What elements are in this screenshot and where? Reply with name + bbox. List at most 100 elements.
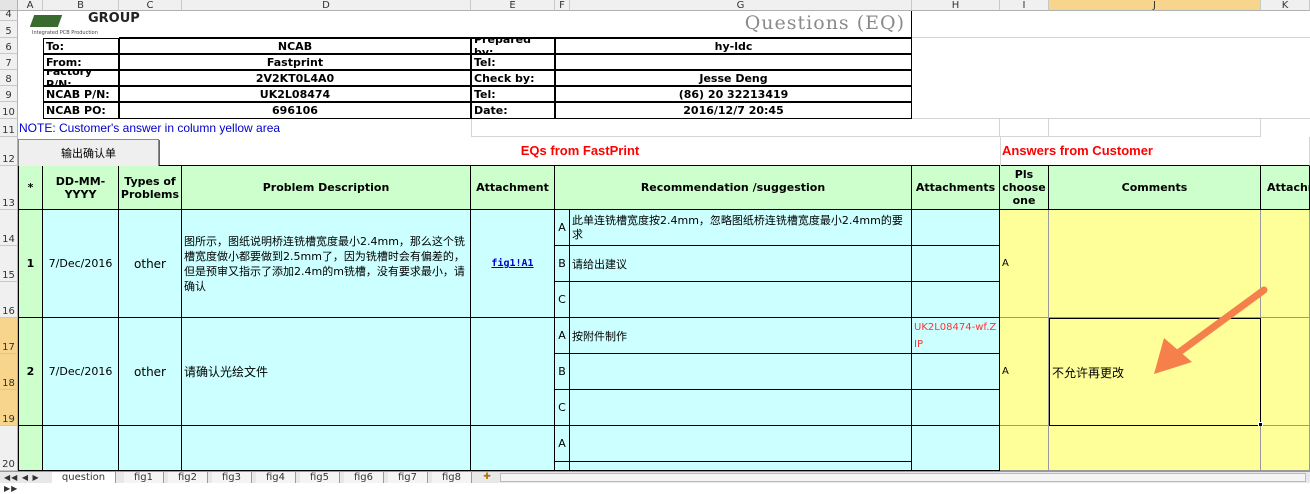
check-label: Check by:	[471, 70, 555, 86]
to-value[interactable]: NCAB	[119, 38, 471, 54]
grid-cell-k6[interactable]	[912, 38, 1310, 119]
row-header-16[interactable]: 16	[0, 282, 18, 318]
row-header-11[interactable]: 11	[0, 119, 18, 137]
row-header-8[interactable]: 8	[0, 70, 18, 86]
grid-cell-k5[interactable]	[912, 11, 1310, 38]
eq3-attachment[interactable]	[471, 426, 555, 471]
horizontal-scrollbar[interactable]	[500, 473, 1306, 482]
new-sheet-icon[interactable]: ✚	[480, 472, 494, 483]
eq1-option-a-text[interactable]: 此单连铣槽宽度按2.4mm，忽略图纸桥连铣槽宽度最小2.4mm的要求	[570, 210, 912, 246]
row-header-5[interactable]: 5	[0, 21, 18, 38]
eq2-attachment[interactable]	[471, 318, 555, 426]
eq3-problem[interactable]	[182, 426, 471, 471]
col-header-a[interactable]: A	[18, 0, 43, 11]
sheet-tab-fig3[interactable]: fig3	[212, 472, 252, 483]
export-confirmation-button[interactable]: 输出确认单	[18, 139, 159, 167]
sheet-tab-fig7[interactable]: fig7	[388, 472, 428, 483]
eq1-option-c-text[interactable]	[570, 282, 912, 318]
col-header-d[interactable]: D	[182, 0, 471, 11]
sheet-tab-fig1[interactable]: fig1	[124, 472, 164, 483]
eq2-option-b-text[interactable]	[570, 354, 912, 390]
sheet-tab-fig5[interactable]: fig5	[300, 472, 340, 483]
prepared-label: Prepared by:	[471, 38, 555, 54]
grid-cell-e11[interactable]	[471, 119, 912, 137]
eq3-type[interactable]	[119, 426, 182, 471]
eq1-attachment-link[interactable]: fig1!A1	[471, 210, 555, 318]
eq3-number[interactable]	[18, 426, 43, 471]
factory-pn-value[interactable]: 2V2KT0L4A0	[119, 70, 471, 86]
eq1-option-b-text[interactable]: 请给出建议	[570, 246, 912, 282]
ncab-pn-value[interactable]: UK2L08474	[119, 86, 471, 102]
eq3-choice[interactable]	[1000, 426, 1049, 471]
eq3-attach-cut[interactable]	[1261, 426, 1310, 471]
eq1-attach-file-b[interactable]	[912, 246, 1000, 282]
eq1-choice[interactable]: A	[1000, 210, 1049, 318]
row-header-4[interactable]: 4	[0, 9, 18, 21]
grid-row-12-border	[159, 137, 1310, 166]
eq3-attach-file[interactable]	[912, 426, 1000, 471]
row-header-9[interactable]: 9	[0, 86, 18, 102]
col-header-c[interactable]: C	[119, 0, 182, 11]
eq1-option-b-letter: B	[555, 246, 570, 282]
eq1-type[interactable]: other	[119, 210, 182, 318]
grid-cell-h11[interactable]	[912, 119, 1000, 137]
eq1-problem[interactable]: 图所示，图纸说明桥连铣槽宽度最小2.4mm，那么这个铣槽宽度做小都要做到2.5m…	[182, 210, 471, 318]
col-header-i[interactable]: I	[1000, 0, 1049, 11]
eq2-choice[interactable]: A	[1000, 318, 1049, 426]
row-header-7[interactable]: 7	[0, 54, 18, 70]
col-header-h[interactable]: H	[912, 0, 1000, 11]
sheet-tab-fig8[interactable]: fig8	[432, 472, 472, 483]
eq2-date[interactable]: 7/Dec/2016	[43, 318, 119, 426]
row-header-12[interactable]: 12	[0, 137, 18, 166]
grid-cell-i11[interactable]	[1000, 119, 1049, 137]
header-choose: Pls choose one	[1000, 166, 1049, 210]
row-header-14[interactable]: 14	[0, 210, 18, 246]
row-header-20[interactable]: 20	[0, 426, 18, 471]
sheet-tab-fig4[interactable]: fig4	[256, 472, 296, 483]
col-header-f[interactable]: F	[555, 0, 570, 11]
sheet-tab-fig2[interactable]: fig2	[168, 472, 208, 483]
tel1-value[interactable]	[555, 54, 912, 70]
date-value[interactable]: 2016/12/7 20:45	[555, 102, 912, 119]
check-value[interactable]: Jesse Deng	[555, 70, 912, 86]
row-header-10[interactable]: 10	[0, 102, 18, 119]
eq2-attach-file-c[interactable]	[912, 390, 1000, 426]
eq1-date[interactable]: 7/Dec/2016	[43, 210, 119, 318]
eq3-comment[interactable]	[1049, 426, 1261, 471]
row-header-6[interactable]: 6	[0, 38, 18, 54]
from-value[interactable]: Fastprint	[119, 54, 471, 70]
eq2-option-a-text[interactable]: 按附件制作	[570, 318, 912, 354]
prepared-value[interactable]: hy-ldc	[555, 38, 912, 54]
eq3-option-a-text[interactable]	[570, 426, 912, 462]
eq1-number[interactable]: 1	[18, 210, 43, 318]
eq3-option-b-text[interactable]	[570, 462, 912, 471]
grid-cell-j11[interactable]	[1049, 119, 1261, 137]
sheet-tab-question[interactable]: question	[52, 472, 116, 483]
eq2-attach-file-b[interactable]	[912, 354, 1000, 390]
tab-nav-arrows[interactable]: ◀◀ ◀ ▶ ▶▶	[4, 472, 48, 493]
eq3-date[interactable]	[43, 426, 119, 471]
eq1-attach-file-c[interactable]	[912, 282, 1000, 318]
eq2-attach-file-link[interactable]: UK2L08474-wf.ZIP	[912, 318, 1000, 354]
eq2-number[interactable]: 2	[18, 318, 43, 426]
col-header-e[interactable]: E	[471, 0, 555, 11]
row-header-18[interactable]: 18	[0, 354, 18, 390]
eq2-option-c-text[interactable]	[570, 390, 912, 426]
eq1-attach-file-a[interactable]	[912, 210, 1000, 246]
ncab-pn-label: NCAB P/N:	[43, 86, 119, 102]
ncab-po-value[interactable]: 696106	[119, 102, 471, 119]
eq2-type[interactable]: other	[119, 318, 182, 426]
eq2-option-b-letter: B	[555, 354, 570, 390]
tel2-value[interactable]: (86) 20 32213419	[555, 86, 912, 102]
eq2-problem[interactable]: 请确认光绘文件	[182, 318, 471, 426]
row-header-19[interactable]: 19	[0, 390, 18, 426]
sheet-tab-fig6[interactable]: fig6	[344, 472, 384, 483]
col-header-k[interactable]: K	[1261, 0, 1310, 11]
row-header-17[interactable]: 17	[0, 318, 18, 354]
row-header-13[interactable]: 13	[0, 166, 18, 210]
col-header-b[interactable]: B	[43, 0, 119, 11]
header-attachments-cut: Attachn	[1261, 166, 1310, 210]
col-header-j[interactable]: J	[1049, 0, 1261, 11]
col-header-g[interactable]: G	[570, 0, 912, 11]
row-header-15[interactable]: 15	[0, 246, 18, 282]
